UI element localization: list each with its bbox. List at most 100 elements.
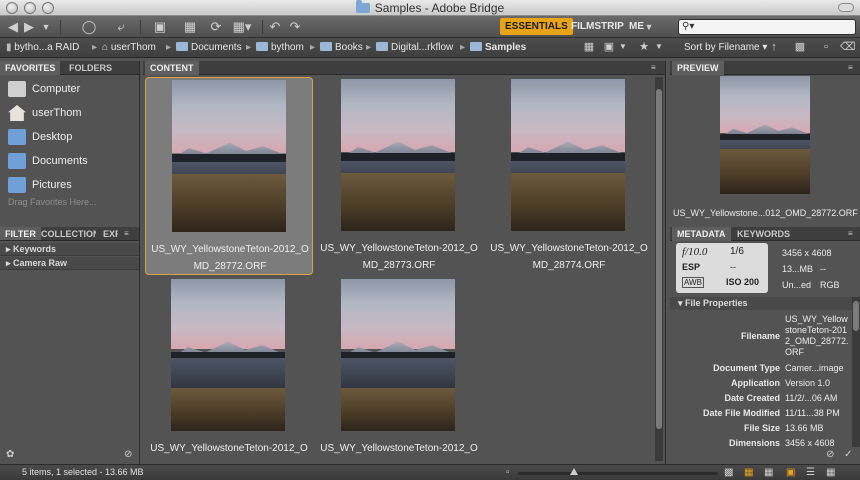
color-mode-value: RGB — [820, 280, 840, 290]
workspace-essentials-button[interactable]: ESSENTIALS — [500, 18, 573, 35]
view-as-details-icon[interactable]: ▣ — [786, 467, 795, 478]
zoom-in-icon[interactable]: ▩ — [724, 467, 733, 478]
search-input[interactable]: ⚲▾ — [678, 19, 856, 35]
minimize-window-button[interactable] — [24, 2, 36, 14]
breadcrumb-item[interactable]: Documents — [176, 41, 242, 55]
rotate-right-icon[interactable]: ↷ — [288, 19, 302, 35]
breadcrumb-separator: ▸ — [366, 42, 372, 53]
clear-filter-icon[interactable]: ⊘ — [124, 449, 132, 460]
tab-keywords[interactable]: KEYWORDS — [732, 227, 795, 241]
refine-icon[interactable]: ▦ — [180, 19, 200, 35]
sort-by-dropdown[interactable]: Sort by Filename ▾ — [684, 41, 767, 55]
status-bar: 5 items, 1 selected - 13.66 MB ▫ ▩ ▦ ▦ ▣… — [0, 464, 860, 480]
folder-icon — [376, 42, 388, 51]
view-as-list-icon[interactable]: ☰ — [806, 467, 815, 478]
panel-menu-icon[interactable]: ≡ — [651, 63, 656, 72]
file-properties-header[interactable]: ▾ File Properties — [670, 297, 856, 310]
rating-filter-icon[interactable]: ★ — [638, 39, 650, 55]
home-icon — [8, 105, 26, 121]
go-parent-folder-icon[interactable]: ◯ — [80, 19, 98, 35]
open-recent-folder-icon[interactable]: ▩ — [792, 39, 808, 55]
apply-metadata-icon[interactable]: ✓ — [844, 449, 852, 460]
filter-keywords-row[interactable]: ▸ Keywords — [0, 243, 139, 256]
thumbnail-item-selected[interactable]: US_WY_YellowstoneTeton-2012_O MD_28772.OR… — [145, 77, 313, 275]
thumbnail-filename: US_WY_YellowstoneTeton-2012_O MD_28773.OR… — [320, 243, 478, 271]
thumbnail-item[interactable]: US_WY_YellowstoneTeton-2012_O MD_28773.OR… — [315, 77, 483, 275]
tab-folders[interactable]: FOLDERS — [64, 61, 117, 75]
review-dropdown-icon[interactable]: ▼ — [618, 39, 628, 55]
thumbnail-quality-icon[interactable]: ▦ — [582, 39, 596, 55]
preview-caption: US_WY_Yellowstone...012_OMD_28772.ORF — [673, 208, 858, 218]
close-window-button[interactable] — [6, 2, 18, 14]
thumbnail-filename: US_WY_YellowstoneTeton-2012_O MD_28774.OR… — [490, 243, 648, 271]
metadata-scrollbar-thumb[interactable] — [853, 301, 859, 331]
sort-direction-icon[interactable]: ↑ — [768, 39, 780, 55]
thumbnail-size-slider-knob[interactable] — [570, 468, 578, 475]
review-mode-icon[interactable]: ▣ — [602, 39, 616, 55]
exposure-mode-value: ESP — [682, 262, 701, 272]
open-in-camera-raw-icon[interactable]: ⟳ — [208, 19, 224, 35]
view-as-grid-icon[interactable]: ▦ — [826, 467, 835, 478]
tab-collections[interactable]: COLLECTIONS — [36, 227, 96, 240]
breadcrumb-current[interactable]: Samples — [470, 41, 526, 55]
tab-preview[interactable]: PREVIEW — [672, 61, 724, 75]
get-photos-from-camera-icon[interactable]: ▣ — [150, 19, 170, 35]
filename-value: US_WY_YellowstoneTeton-2012_OMD_28772.OR… — [785, 314, 849, 357]
lock-thumbnail-grid-icon[interactable]: ▦ — [744, 467, 753, 478]
workspace-filmstrip-button[interactable]: FILMSTRIP — [566, 18, 629, 35]
filter-camera-raw-row[interactable]: ▸ Camera Raw — [0, 257, 139, 270]
photo-thumbnail — [171, 279, 285, 431]
color-profile-value: Un...ed — [782, 280, 812, 290]
file-size-short: 13...MB — [782, 264, 814, 274]
recent-dropdown-icon[interactable]: ▼ — [40, 19, 52, 35]
rating-dropdown-icon[interactable]: ▼ — [654, 39, 664, 55]
tab-filter[interactable]: FILTER — [0, 227, 41, 240]
breadcrumb-item[interactable]: bythom — [256, 41, 304, 55]
tab-metadata[interactable]: METADATA — [672, 227, 731, 241]
toolbar-separator — [262, 20, 263, 34]
thumbnail-item[interactable]: US_WY_YellowstoneTeton-2012_O — [315, 277, 483, 464]
return-to-photoshop-icon[interactable]: ⤶ — [114, 19, 128, 35]
thumbnail-size-slider[interactable] — [518, 468, 718, 475]
content-scrollbar[interactable] — [655, 77, 663, 461]
view-as-thumbnails-icon[interactable]: ▦ — [764, 467, 773, 478]
workspace-dropdown-icon[interactable]: ▼ — [643, 19, 655, 35]
filter-panel-tabs: FILTER COLLECTIONS EXPORT ≡ — [0, 227, 139, 241]
breadcrumb-item[interactable]: Books — [320, 41, 363, 55]
breadcrumb-separator: ▸ — [460, 42, 466, 53]
panel-menu-icon[interactable]: ≡ — [848, 229, 853, 238]
tab-export[interactable]: EXPORT — [98, 227, 118, 240]
zoom-out-icon[interactable]: ▫ — [506, 467, 510, 478]
new-folder-icon[interactable]: ▫ — [820, 39, 832, 55]
search-icon: ⚲▾ — [682, 21, 695, 32]
toolbar-toggle-button[interactable] — [838, 3, 854, 12]
thumbnail-item[interactable]: US_WY_YellowstoneTeton-2012_O — [145, 277, 313, 464]
thumbnail-filename: US_WY_YellowstoneTeton-2012_O — [320, 443, 478, 454]
breadcrumb-item[interactable]: Digital...rkflow — [376, 41, 453, 55]
pin-icon[interactable]: ✿ — [6, 449, 14, 460]
tab-content[interactable]: CONTENT — [145, 61, 199, 75]
workspace-more-button[interactable]: ME — [624, 18, 644, 35]
computer-icon — [8, 81, 26, 97]
forward-arrow-icon[interactable]: ▶ — [22, 19, 36, 35]
clear-metadata-icon[interactable]: ⊘ — [826, 449, 834, 460]
camera-data-box: f/10.0 1/6 ESP -- AWB ISO 200 — [676, 243, 768, 293]
left-panel-tabs: FAVORITES FOLDERS — [0, 61, 139, 75]
panel-menu-icon[interactable]: ≡ — [848, 63, 853, 72]
rotate-left-icon[interactable]: ↶ — [268, 19, 282, 35]
drag-favorites-hint: Drag Favorites Here... — [8, 197, 97, 207]
output-icon[interactable]: ▦▾ — [230, 19, 254, 35]
tab-favorites[interactable]: FAVORITES — [0, 61, 61, 75]
thumbnail-item[interactable]: US_WY_YellowstoneTeton-2012_O MD_28774.OR… — [485, 77, 653, 275]
content-scrollbar-thumb[interactable] — [656, 89, 662, 429]
metadata-panel-tabs: METADATA KEYWORDS ≡ — [670, 227, 860, 241]
zoom-window-button[interactable] — [42, 2, 54, 14]
breadcrumb-item[interactable]: ⌂ userThom — [102, 41, 156, 55]
panel-menu-icon[interactable]: ≡ — [124, 229, 129, 238]
exposure-comp-value: -- — [730, 262, 736, 272]
preview-image[interactable] — [720, 76, 810, 194]
back-arrow-icon[interactable]: ◀ — [6, 19, 20, 35]
metadata-scrollbar[interactable] — [852, 297, 860, 447]
delete-icon[interactable]: ⌫ — [840, 39, 856, 55]
breadcrumb-item[interactable]: ▮ bytho...a RAID — [6, 41, 79, 55]
